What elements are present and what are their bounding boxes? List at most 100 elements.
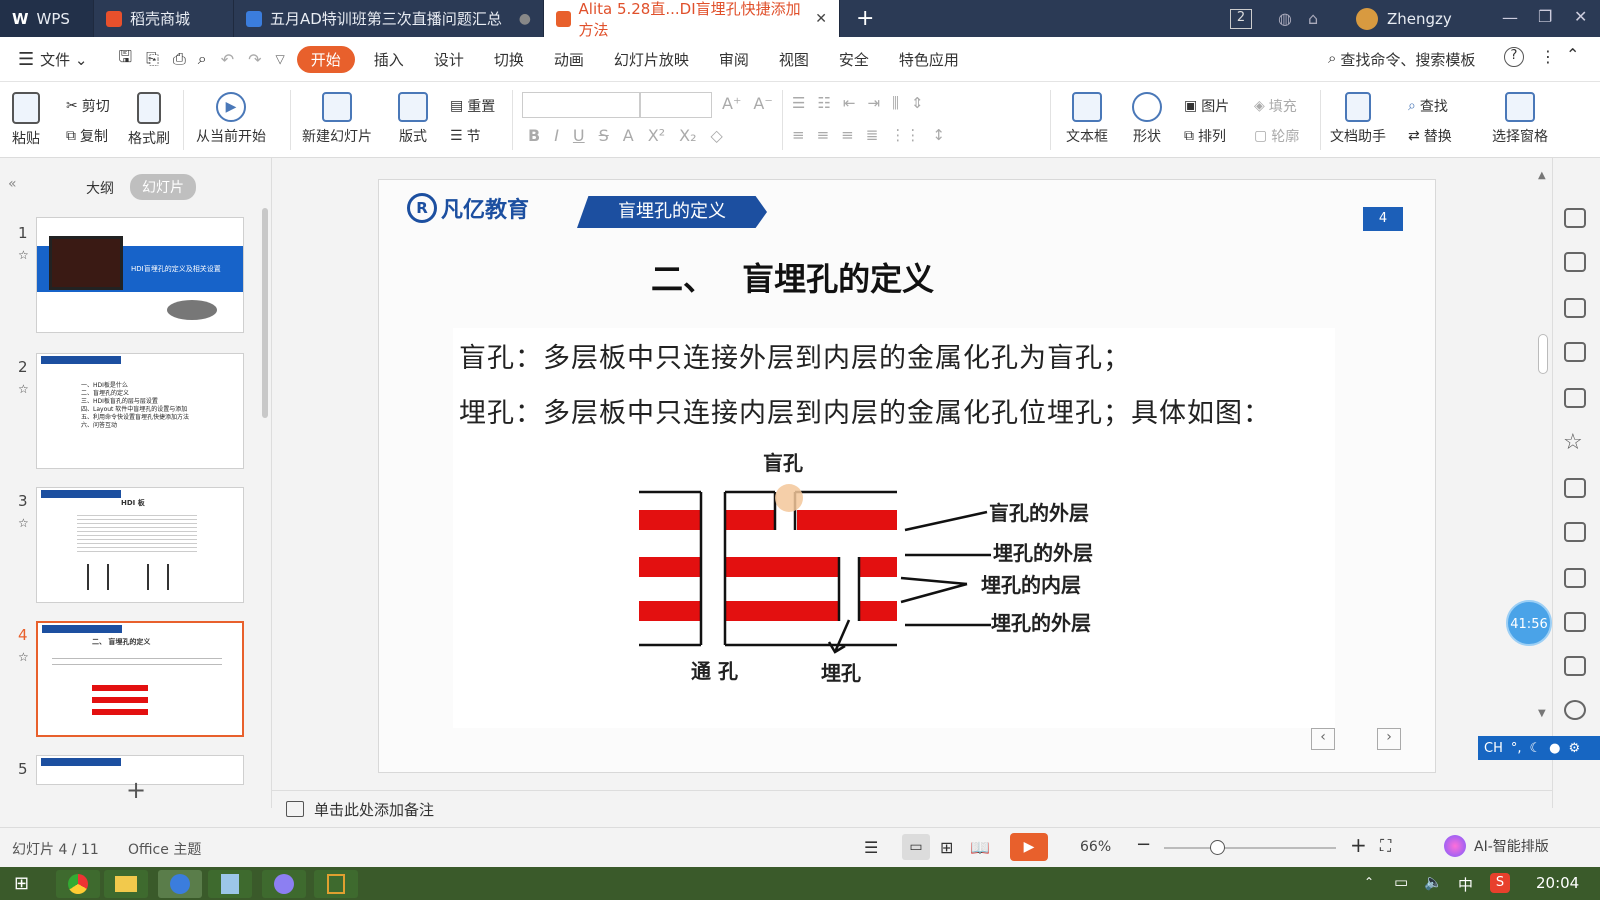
menu-special[interactable]: 特色应用 [884, 49, 974, 70]
slide-canvas[interactable]: R 凡亿教育 盲埋孔的定义 4 二、 盲埋孔的定义 盲孔：多层板中只连接外层到内… [378, 179, 1436, 773]
export-icon[interactable]: ⎘ [146, 49, 159, 69]
from-current-button[interactable]: ▶ 从当前开始 [196, 92, 266, 146]
collapse-ribbon-icon[interactable]: ⌃ [1566, 45, 1579, 64]
outline-button[interactable]: ▢ 轮廓 [1254, 126, 1299, 146]
ime-punct-icon[interactable]: °, [1511, 741, 1522, 756]
scroll-down-icon[interactable]: ▼ [1538, 708, 1546, 719]
slide-thumbnail-3[interactable]: HDI 板 [36, 487, 244, 603]
slide-heading[interactable]: 二、 盲埋孔的定义 [651, 254, 934, 300]
close-tab-icon[interactable]: ✕ [815, 11, 827, 27]
start-icon[interactable]: ⊞ [14, 873, 29, 894]
indent-icon[interactable]: ⇥ [867, 94, 880, 112]
text-direction-icon[interactable]: ⇕ [911, 94, 924, 112]
tab-wps-home[interactable]: W WPS [0, 0, 94, 37]
paste-button[interactable]: 粘贴 [12, 92, 40, 148]
find-button[interactable]: ⌕ 查找 [1408, 96, 1448, 116]
menu-slideshow[interactable]: 幻灯片放映 [599, 49, 704, 70]
format-painter-button[interactable]: 格式刷 [128, 92, 170, 148]
ime-indicator[interactable]: 中 [1458, 874, 1473, 895]
font-family-select[interactable] [522, 92, 640, 118]
ime-lang[interactable]: CH [1484, 741, 1503, 756]
distribute-icon[interactable]: ⋮⋮ [890, 126, 920, 144]
help-icon[interactable]: ? [1504, 47, 1524, 67]
select-pane-button[interactable]: 选择窗格 [1492, 92, 1548, 146]
add-slide-icon[interactable]: + [126, 776, 146, 804]
superscript-icon[interactable]: X² [648, 126, 665, 145]
doc-helper-button[interactable]: 文档助手 [1330, 92, 1386, 146]
menu-review[interactable]: 审阅 [704, 49, 764, 70]
underline-icon[interactable]: U [573, 126, 585, 145]
font-size-select[interactable] [640, 92, 712, 118]
bold-icon[interactable]: B [528, 126, 540, 145]
replace-button[interactable]: ⇄ 替换 [1408, 126, 1452, 146]
restore-icon[interactable]: ❐ [1538, 7, 1552, 26]
clock[interactable]: 20:04 [1536, 874, 1579, 892]
theme-name[interactable]: Office 主题 [128, 839, 201, 859]
shrink-font-icon[interactable]: A⁻ [753, 94, 772, 113]
slide-thumbnail-2[interactable]: 一、HDI板是什么 二、盲埋孔的定义 三、HDI板盲孔的层与层设置 四、Layo… [36, 353, 244, 469]
chrome-icon[interactable] [56, 870, 100, 898]
command-search[interactable]: ⌕ 查找命令、搜索模板 [1328, 49, 1475, 70]
definition-buried[interactable]: 埋孔：多层板中只连接内层到内层的金属化孔位埋孔；具体如图： [459, 391, 1271, 430]
shield-icon[interactable] [1564, 656, 1586, 676]
more-icon[interactable]: ⋮ [1540, 47, 1556, 66]
menu-transition[interactable]: 切换 [479, 49, 539, 70]
share-icon[interactable] [1564, 522, 1586, 542]
font-color-icon[interactable]: A [623, 126, 634, 145]
font-size-controls[interactable]: A⁺ A⁻ [722, 94, 773, 113]
reading-view-icon[interactable]: 📖 [970, 838, 990, 857]
line-spacing-icon[interactable]: ↕ [932, 126, 945, 144]
customize-icon[interactable]: ▽ [276, 52, 285, 66]
eraser-icon[interactable]: ◇ [711, 126, 723, 145]
scroll-up-icon[interactable]: ▲ [1538, 170, 1546, 181]
menu-animation[interactable]: 动画 [539, 49, 599, 70]
properties-icon[interactable] [1564, 342, 1586, 362]
ime-toolbar[interactable]: CH °, ☾ ● ⚙ [1478, 736, 1600, 760]
network-icon[interactable]: ▭ [1394, 873, 1408, 891]
volume-icon[interactable]: 🔈 [1424, 873, 1443, 891]
ime-settings-icon[interactable]: ⚙ [1569, 741, 1581, 756]
notes-pane[interactable]: 单击此处添加备注 [272, 790, 1552, 827]
tab-count-badge[interactable]: 2 [1230, 9, 1252, 29]
new-tab-icon[interactable]: + [840, 6, 890, 31]
cut-button[interactable]: ✂ 剪切 [66, 96, 110, 116]
tab-document[interactable]: 五月AD特训班第三次直播问题汇总 ● [234, 0, 544, 37]
menu-design[interactable]: 设计 [419, 49, 479, 70]
ime-user-icon[interactable]: ● [1549, 741, 1560, 756]
bullets-icon[interactable]: ☰ [792, 94, 805, 112]
shirt-icon[interactable]: ⌂ [1308, 9, 1318, 28]
timer-bubble[interactable]: 41:56 [1506, 600, 1552, 646]
ime-moon-icon[interactable]: ☾ [1530, 741, 1542, 756]
archive-icon[interactable] [1564, 478, 1586, 498]
menu-security[interactable]: 安全 [824, 49, 884, 70]
reset-button[interactable]: ▤ 重置 [450, 96, 495, 116]
copy-button[interactable]: ⧉ 复制 [66, 126, 108, 146]
ai-layout-button[interactable]: AI-智能排版 [1444, 835, 1549, 857]
numbering-icon[interactable]: ☷ [817, 94, 830, 112]
tab-docer-store[interactable]: 稻壳商城 [94, 0, 234, 37]
speaker-icon[interactable] [1564, 612, 1586, 632]
arrange-button[interactable]: ⧉ 排列 [1184, 126, 1226, 146]
animation-icon[interactable] [1564, 252, 1586, 272]
tab-presentation[interactable]: Alita 5.28直...DI盲埋孔快捷添加方法 ✕ [544, 0, 840, 39]
zoom-slider-thumb[interactable] [1210, 840, 1225, 855]
grow-font-icon[interactable]: A⁺ [722, 94, 741, 113]
align-left-icon[interactable]: ≡ [792, 126, 805, 144]
print-icon[interactable]: ⎙ [173, 49, 186, 69]
italic-icon[interactable]: I [554, 126, 559, 145]
collapse-panel-icon[interactable]: « [8, 176, 17, 192]
panel-scrollbar[interactable] [262, 208, 268, 418]
normal-view-icon[interactable]: ▭ [902, 834, 930, 860]
sorter-view-icon[interactable]: ⊞ [940, 838, 953, 857]
avatar[interactable] [1356, 8, 1378, 30]
shape-button[interactable]: 形状 [1132, 92, 1162, 146]
zoom-out-icon[interactable]: − [1136, 834, 1151, 855]
prev-slide-button[interactable]: ‹ [1311, 728, 1335, 750]
play-slideshow-button[interactable]: ▶ [1010, 833, 1048, 861]
tab-dot-icon[interactable]: ● [519, 11, 531, 27]
fit-window-icon[interactable]: ⛶ [1380, 836, 1391, 856]
explorer-icon[interactable] [104, 870, 148, 898]
print-preview-icon[interactable]: ⌕ [198, 49, 207, 69]
columns-icon[interactable]: ⫼ [892, 94, 899, 112]
textbox-button[interactable]: 文本框 [1066, 92, 1108, 146]
